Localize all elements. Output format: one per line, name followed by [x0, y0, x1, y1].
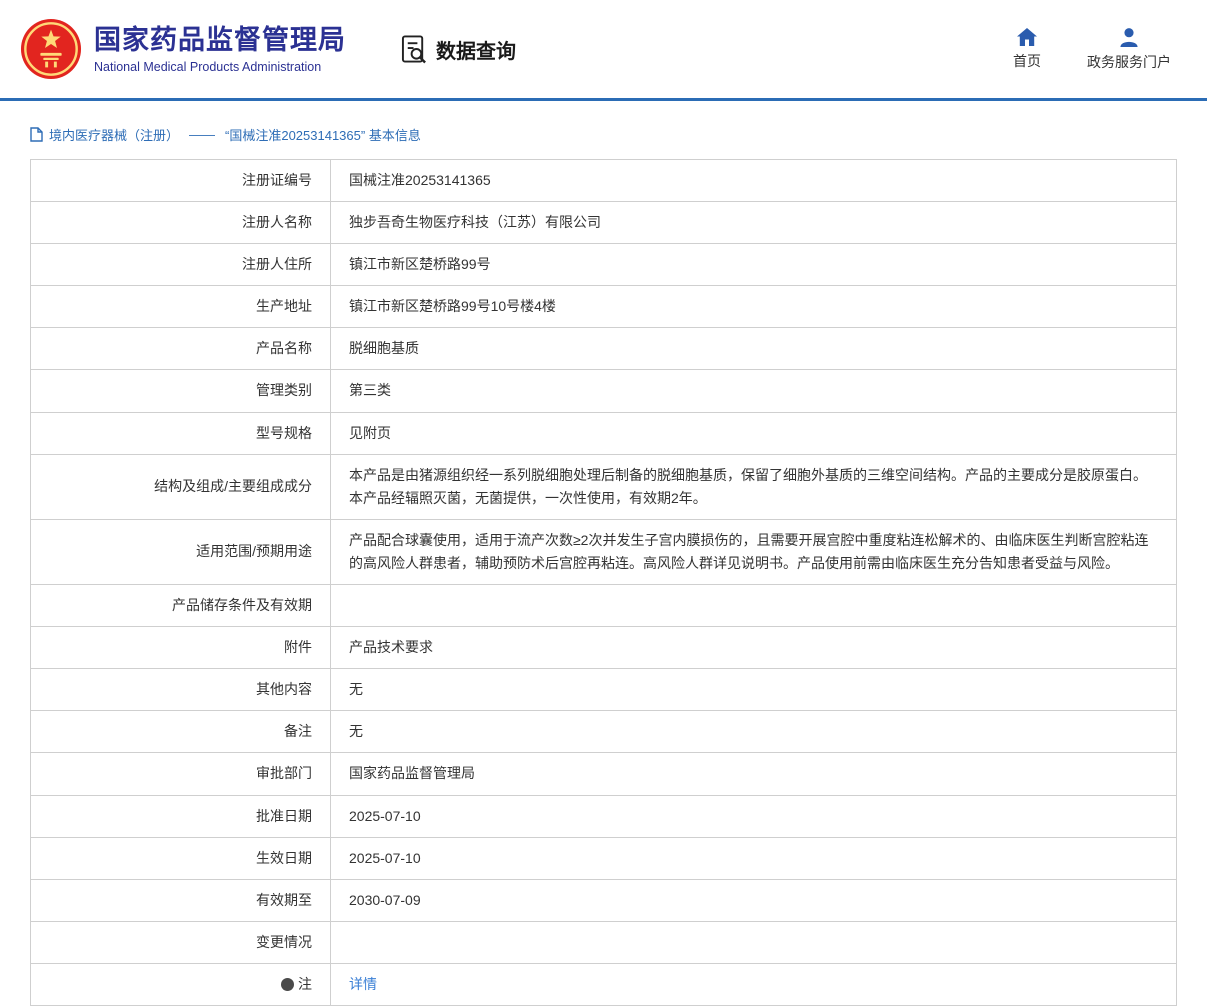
row-value: 产品配合球囊使用，适用于流产次数≥2次并发生子宫内膜损伤的，且需要开展宫腔中重度…	[331, 519, 1177, 584]
row-label: 变更情况	[31, 921, 331, 963]
row-label: 产品名称	[31, 328, 331, 370]
top-nav: 首页 政务服务门户	[1013, 27, 1179, 72]
row-value: 国械注准20253141365	[331, 160, 1177, 202]
brand[interactable]: 国家药品监督管理局 National Medical Products Admi…	[20, 18, 346, 80]
row-label: 有效期至	[31, 879, 331, 921]
row-value	[331, 921, 1177, 963]
table-row: 附件产品技术要求	[31, 627, 1177, 669]
row-value: 镇江市新区楚桥路99号	[331, 244, 1177, 286]
nmpa-emblem-logo	[20, 18, 82, 80]
row-label: 产品储存条件及有效期	[31, 585, 331, 627]
note-icon	[281, 978, 294, 991]
document-search-icon	[401, 34, 428, 64]
page: 国家药品监督管理局 National Medical Products Admi…	[0, 0, 1207, 1006]
nav-portal[interactable]: 政务服务门户	[1087, 27, 1171, 72]
table-row: 结构及组成/主要组成成分本产品是由猪源组织经一系列脱细胞处理后制备的脱细胞基质，…	[31, 454, 1177, 519]
breadcrumb-current: “国械注准20253141365” 基本信息	[225, 125, 421, 144]
table-row: 适用范围/预期用途产品配合球囊使用，适用于流产次数≥2次并发生子宫内膜损伤的，且…	[31, 519, 1177, 584]
home-icon	[1016, 27, 1038, 47]
row-value: 无	[331, 669, 1177, 711]
data-query-section: 数据查询	[401, 34, 516, 64]
table-row: 产品储存条件及有效期	[31, 585, 1177, 627]
row-value: 镇江市新区楚桥路99号10号楼4楼	[331, 286, 1177, 328]
row-value: 2025-07-10	[331, 837, 1177, 879]
table-row: 型号规格见附页	[31, 412, 1177, 454]
row-value: 第三类	[331, 370, 1177, 412]
row-value: 详情	[331, 963, 1177, 1005]
org-name-zh: 国家药品监督管理局	[94, 24, 346, 58]
person-icon	[1118, 27, 1140, 48]
table-row: 审批部门国家药品监督管理局	[31, 753, 1177, 795]
row-label: 审批部门	[31, 753, 331, 795]
table-row: 批准日期2025-07-10	[31, 795, 1177, 837]
row-label: 适用范围/预期用途	[31, 519, 331, 584]
row-label: 批准日期	[31, 795, 331, 837]
table-row: 生产地址镇江市新区楚桥路99号10号楼4楼	[31, 286, 1177, 328]
row-label: 结构及组成/主要组成成分	[31, 454, 331, 519]
row-label: 生效日期	[31, 837, 331, 879]
table-row: 产品名称脱细胞基质	[31, 328, 1177, 370]
row-value: 见附页	[331, 412, 1177, 454]
detail-link[interactable]: 详情	[349, 976, 377, 992]
row-value: 本产品是由猪源组织经一系列脱细胞处理后制备的脱细胞基质，保留了细胞外基质的三维空…	[331, 454, 1177, 519]
brand-text: 国家药品监督管理局 National Medical Products Admi…	[94, 24, 346, 74]
table-row: 管理类别第三类	[31, 370, 1177, 412]
row-label: 其他内容	[31, 669, 331, 711]
table-row: 变更情况	[31, 921, 1177, 963]
table-row: 有效期至2030-07-09	[31, 879, 1177, 921]
row-label: 注册证编号	[31, 160, 331, 202]
table-row: 生效日期2025-07-10	[31, 837, 1177, 879]
breadcrumb: 境内医疗器械（注册） —— “国械注准20253141365” 基本信息	[30, 125, 1177, 144]
row-label: 生产地址	[31, 286, 331, 328]
row-value: 独步吾奇生物医疗科技（江苏）有限公司	[331, 202, 1177, 244]
registration-info-table: 注册证编号国械注准20253141365注册人名称独步吾奇生物医疗科技（江苏）有…	[30, 159, 1177, 1006]
row-label: 备注	[31, 711, 331, 753]
row-label: 注册人名称	[31, 202, 331, 244]
row-value: 2025-07-10	[331, 795, 1177, 837]
data-query-label: 数据查询	[436, 35, 516, 64]
header: 国家药品监督管理局 National Medical Products Admi…	[0, 0, 1207, 101]
row-value	[331, 585, 1177, 627]
row-value: 2030-07-09	[331, 879, 1177, 921]
row-label: 注册人住所	[31, 244, 331, 286]
table-row: 其他内容无	[31, 669, 1177, 711]
row-label: 管理类别	[31, 370, 331, 412]
row-value: 产品技术要求	[331, 627, 1177, 669]
row-label: 型号规格	[31, 412, 331, 454]
breadcrumb-separator: ——	[189, 127, 215, 142]
table-row: 注 详情	[31, 963, 1177, 1005]
nav-portal-label: 政务服务门户	[1087, 52, 1171, 72]
table-row: 注册证编号国械注准20253141365	[31, 160, 1177, 202]
breadcrumb-category[interactable]: 境内医疗器械（注册）	[49, 125, 179, 144]
org-name-en: National Medical Products Administration	[94, 60, 346, 74]
row-label: 附件	[31, 627, 331, 669]
row-value: 无	[331, 711, 1177, 753]
document-icon	[30, 127, 43, 142]
row-value: 国家药品监督管理局	[331, 753, 1177, 795]
nav-home[interactable]: 首页	[1013, 27, 1041, 72]
table-row: 注册人名称独步吾奇生物医疗科技（江苏）有限公司	[31, 202, 1177, 244]
content: 境内医疗器械（注册） —— “国械注准20253141365” 基本信息 注册证…	[0, 125, 1207, 1006]
table-row: 注册人住所镇江市新区楚桥路99号	[31, 244, 1177, 286]
row-label: 注	[31, 963, 331, 1005]
nav-home-label: 首页	[1013, 51, 1041, 71]
row-value: 脱细胞基质	[331, 328, 1177, 370]
table-row: 备注无	[31, 711, 1177, 753]
